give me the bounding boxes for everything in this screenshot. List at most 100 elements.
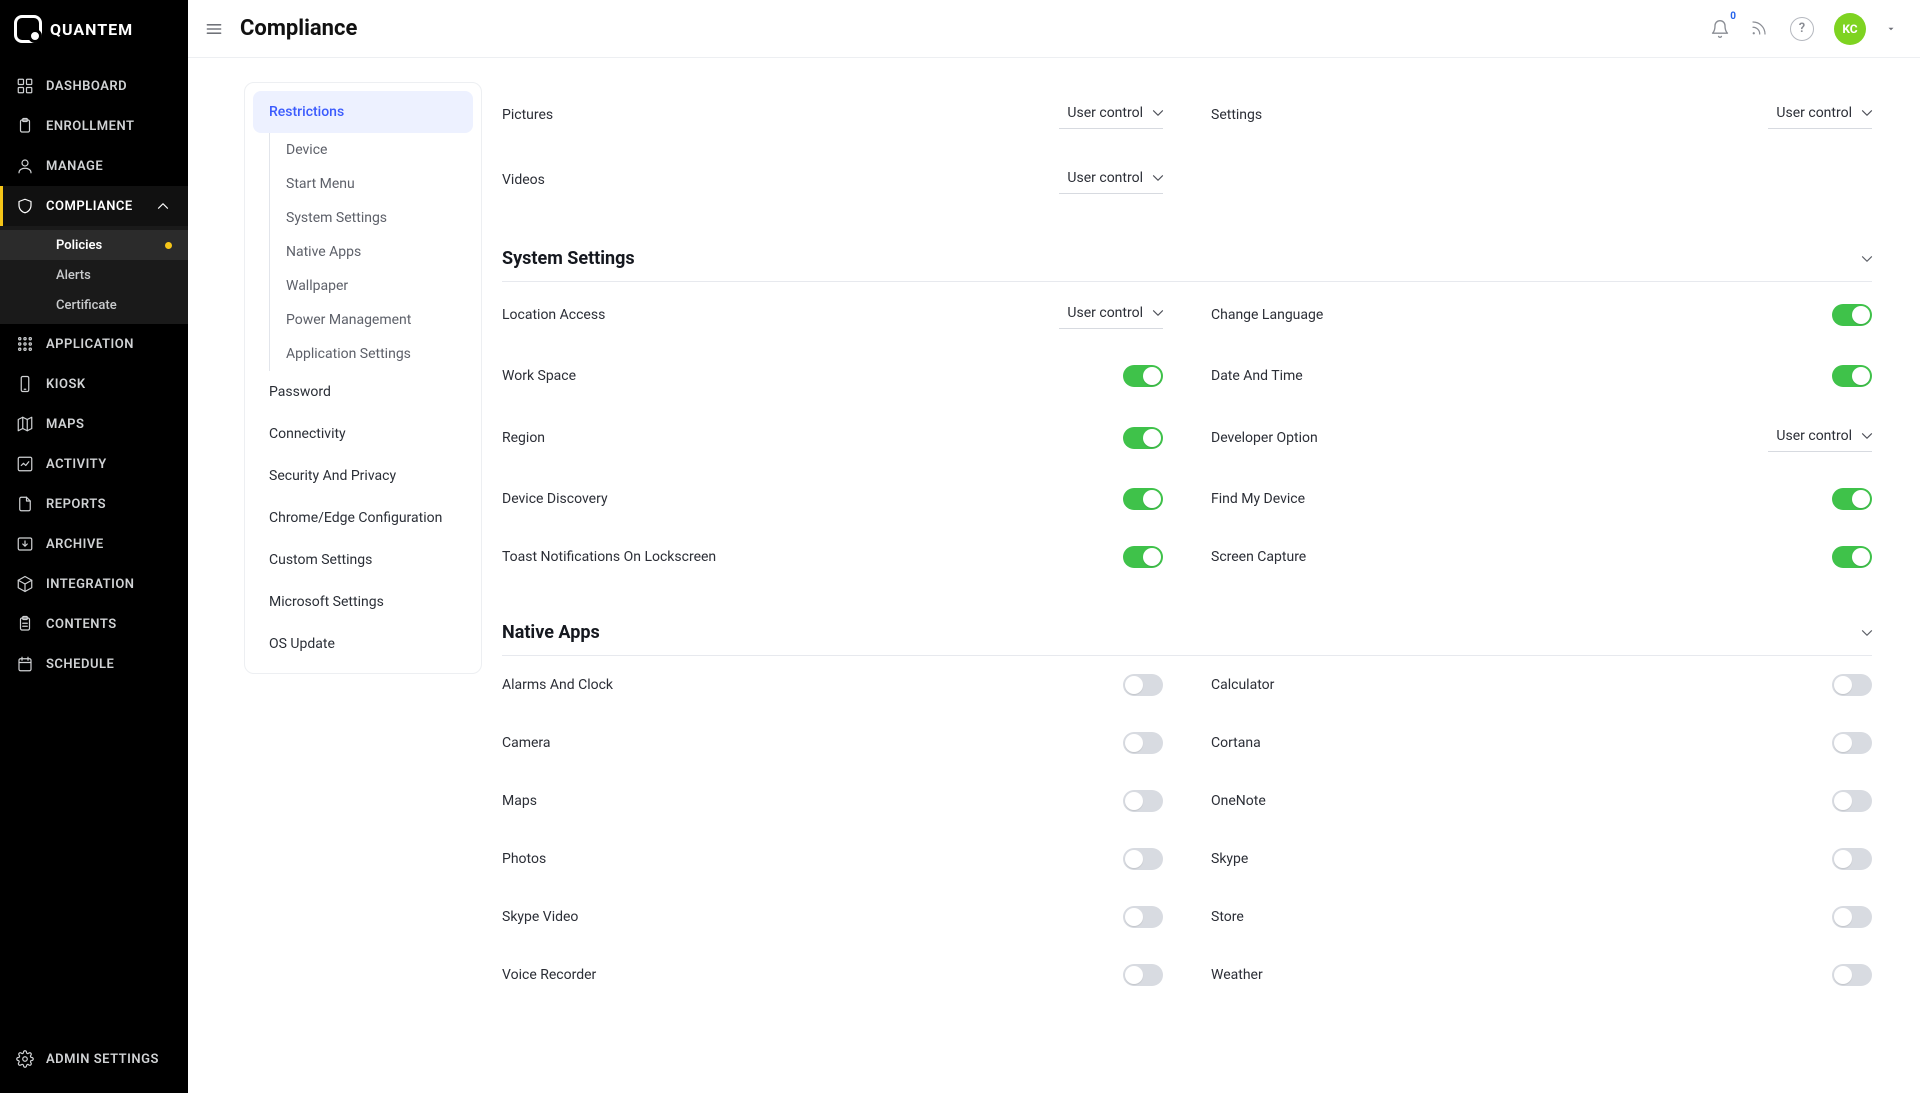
setting-label: Screen Capture: [1211, 549, 1306, 565]
section-head-system-settings[interactable]: System Settings: [502, 232, 1872, 282]
rail-item-security-and-privacy[interactable]: Security And Privacy: [253, 455, 473, 497]
sidebar: QUANTEM Dashboard Enrollment Manage Comp…: [0, 0, 188, 1093]
setting-label: Pictures: [502, 107, 553, 123]
map-icon: [16, 415, 34, 433]
rail-subitem-start-menu[interactable]: Start Menu: [270, 167, 473, 201]
setting-label: Settings: [1211, 107, 1262, 123]
toggle-photos[interactable]: [1123, 848, 1163, 870]
setting-label: Alarms And Clock: [502, 677, 613, 693]
section-head-native-apps[interactable]: Native Apps: [502, 606, 1872, 656]
menu-toggle-button[interactable]: [202, 17, 226, 41]
setting-developer-option: Developer Option User control: [1211, 405, 1872, 470]
sidebar-item-admin-settings[interactable]: Admin Settings: [0, 1039, 188, 1079]
toggle-region[interactable]: [1123, 427, 1163, 449]
select-developer-option[interactable]: User control: [1768, 423, 1872, 452]
sidebar-subitem-alerts[interactable]: Alerts: [0, 260, 188, 290]
toggle-onenote[interactable]: [1832, 790, 1872, 812]
toggle-work-space[interactable]: [1123, 365, 1163, 387]
rail-subitem-application-settings[interactable]: Application Settings: [270, 337, 473, 371]
sidebar-item-contents[interactable]: Contents: [0, 604, 188, 644]
toggle-calculator[interactable]: [1832, 674, 1872, 696]
section-title: Native Apps: [502, 622, 600, 643]
select-location-access[interactable]: User control: [1059, 300, 1163, 329]
toggle-camera[interactable]: [1123, 732, 1163, 754]
sidebar-item-compliance[interactable]: Compliance: [0, 186, 188, 226]
toggle-cortana[interactable]: [1832, 732, 1872, 754]
section-title: System Settings: [502, 248, 635, 269]
select-settings[interactable]: User control: [1768, 100, 1872, 129]
rail-subitem-native-apps[interactable]: Native Apps: [270, 235, 473, 269]
user-avatar[interactable]: KC: [1834, 13, 1866, 45]
rail-item-custom-settings[interactable]: Custom Settings: [253, 539, 473, 581]
rail-subitem-system-settings[interactable]: System Settings: [270, 201, 473, 235]
help-button[interactable]: ?: [1790, 17, 1814, 41]
settings-form[interactable]: Pictures User control Settings User cont…: [502, 82, 1896, 1093]
rail-subitem-device[interactable]: Device: [270, 133, 473, 167]
toggle-change-language[interactable]: [1832, 304, 1872, 326]
sidebar-item-reports[interactable]: Reports: [0, 484, 188, 524]
setting-screen-capture: Screen Capture: [1211, 528, 1872, 586]
select-videos[interactable]: User control: [1059, 165, 1163, 194]
toggle-date-and-time[interactable]: [1832, 365, 1872, 387]
sidebar-subitem-label: Alerts: [56, 268, 91, 283]
sidebar-item-dashboard[interactable]: Dashboard: [0, 66, 188, 106]
sidebar-item-maps[interactable]: Maps: [0, 404, 188, 444]
rail-item-connectivity[interactable]: Connectivity: [253, 413, 473, 455]
sidebar-item-activity[interactable]: Activity: [0, 444, 188, 484]
toggle-screen-capture[interactable]: [1832, 546, 1872, 568]
rail-subitem-power-management[interactable]: Power Management: [270, 303, 473, 337]
page-title: Compliance: [240, 16, 357, 41]
toggle-skype-video[interactable]: [1123, 906, 1163, 928]
chevron-down-icon: [1858, 250, 1872, 268]
setting-label: Camera: [502, 735, 551, 751]
setting-change-language: Change Language: [1211, 282, 1872, 347]
setting-label: Skype Video: [502, 909, 578, 925]
rail-item-label: Security And Privacy: [269, 468, 396, 484]
toggle-device-discovery[interactable]: [1123, 488, 1163, 510]
sidebar-item-enrollment[interactable]: Enrollment: [0, 106, 188, 146]
sidebar-item-archive[interactable]: Archive: [0, 524, 188, 564]
toggle-alarms-and-clock[interactable]: [1123, 674, 1163, 696]
setting-weather: Weather: [1211, 946, 1872, 1004]
sidebar-subitem-certificate[interactable]: Certificate: [0, 290, 188, 320]
toggle-store[interactable]: [1832, 906, 1872, 928]
feed-button[interactable]: [1750, 19, 1770, 39]
rail-item-label: Connectivity: [269, 426, 346, 442]
setting-region: Region: [502, 405, 1163, 470]
rail-item-os-update[interactable]: OS Update: [253, 623, 473, 665]
select-pictures[interactable]: User control: [1059, 100, 1163, 129]
notifications-badge: 0: [1730, 11, 1736, 22]
rail-subitem-label: System Settings: [286, 210, 387, 226]
toggle-maps[interactable]: [1123, 790, 1163, 812]
notifications-button[interactable]: 0: [1710, 19, 1730, 39]
sidebar-subitem-policies[interactable]: Policies: [0, 230, 188, 260]
user-menu-caret[interactable]: [1886, 24, 1896, 34]
sidebar-item-schedule[interactable]: Schedule: [0, 644, 188, 684]
rail-subitem-label: Wallpaper: [286, 278, 348, 294]
toggle-weather[interactable]: [1832, 964, 1872, 986]
cube-icon: [16, 575, 34, 593]
toggle-toast-notifications-on-lockscreen[interactable]: [1123, 546, 1163, 568]
sidebar-item-kiosk[interactable]: Kiosk: [0, 364, 188, 404]
rail-item-password[interactable]: Password: [253, 371, 473, 413]
rail-item-chrome-edge-configuration[interactable]: Chrome/Edge Configuration: [253, 497, 473, 539]
sidebar-item-manage[interactable]: Manage: [0, 146, 188, 186]
sidebar-item-label: Reports: [46, 497, 106, 512]
sidebar-item-application[interactable]: Application: [0, 324, 188, 364]
setting-calculator: Calculator: [1211, 656, 1872, 714]
select-value: User control: [1067, 170, 1143, 186]
setting-label: Developer Option: [1211, 430, 1318, 446]
toggle-find-my-device[interactable]: [1832, 488, 1872, 510]
sidebar-item-integration[interactable]: Integration: [0, 564, 188, 604]
toggle-skype[interactable]: [1832, 848, 1872, 870]
archive-icon: [16, 535, 34, 553]
setting-skype: Skype: [1211, 830, 1872, 888]
setting-label: Photos: [502, 851, 546, 867]
setting-label: Maps: [502, 793, 537, 809]
select-value: User control: [1776, 105, 1852, 121]
rail-subitem-wallpaper[interactable]: Wallpaper: [270, 269, 473, 303]
rail-item-microsoft-settings[interactable]: Microsoft Settings: [253, 581, 473, 623]
rail-item-restrictions[interactable]: Restrictions: [253, 91, 473, 133]
toggle-voice-recorder[interactable]: [1123, 964, 1163, 986]
setting-label: Videos: [502, 172, 545, 188]
